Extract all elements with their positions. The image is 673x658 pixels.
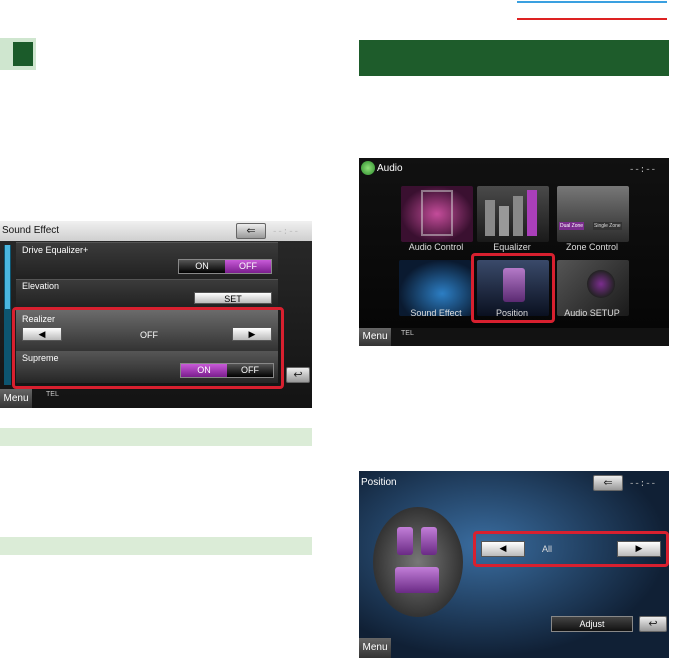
menu-button[interactable]: Menu xyxy=(359,638,391,658)
tel-indicator: TEL xyxy=(401,330,414,337)
top-blue-line xyxy=(517,1,667,3)
clock: --:-- xyxy=(629,479,657,489)
single-zone-tab: Single Zone xyxy=(593,222,622,230)
equalizer-tile[interactable] xyxy=(477,186,549,242)
return-button[interactable]: ↩ xyxy=(639,616,667,632)
highlight-box xyxy=(471,253,555,323)
drive-eq-on[interactable]: ON xyxy=(179,260,225,273)
audio-app-icon xyxy=(361,161,375,175)
drive-eq-toggle[interactable]: ON OFF xyxy=(178,259,272,274)
green-band-2 xyxy=(0,537,312,555)
tel-indicator: TEL xyxy=(46,391,59,398)
return-button[interactable]: ↩ xyxy=(286,367,310,383)
drive-eq-off[interactable]: OFF xyxy=(225,260,271,273)
audio-screen: Audio --:-- Audio Control Equalizer Dual… xyxy=(359,158,669,346)
audio-control-tile[interactable] xyxy=(401,186,473,242)
zone-control-tile[interactable]: Dual Zone Single Zone xyxy=(557,186,629,242)
back-button[interactable]: ⇐ xyxy=(593,475,623,491)
screen-title: Audio xyxy=(377,163,403,174)
section-marker xyxy=(13,42,33,66)
tile-label: Equalizer xyxy=(493,242,531,252)
tile-label: Zone Control xyxy=(565,242,619,252)
menu-button[interactable]: Menu xyxy=(359,328,391,346)
sound-effect-screen: Sound Effect ⇐ --:-- Drive Equalizer+ ON… xyxy=(0,221,312,408)
clock: --:-- xyxy=(629,165,657,175)
seat-diagram xyxy=(373,507,463,617)
highlight-box xyxy=(12,307,284,389)
screen-title: Sound Effect xyxy=(2,225,60,236)
position-screen: Position ⇐ --:-- ◀ All ▶ Adjust ↩ Menu xyxy=(359,471,669,658)
green-band-1 xyxy=(0,428,312,446)
dual-zone-tab: Dual Zone xyxy=(559,222,585,230)
top-red-line xyxy=(517,18,667,20)
highlight-box xyxy=(473,531,669,567)
back-button[interactable]: ⇐ xyxy=(236,223,266,239)
scrollbar-thumb[interactable] xyxy=(5,245,10,309)
tile-label: Audio SETUP xyxy=(564,308,620,318)
screen-title: Position xyxy=(361,477,397,488)
clock: --:-- xyxy=(272,227,300,237)
adjust-button[interactable]: Adjust xyxy=(551,616,633,632)
elevation-label: Elevation xyxy=(22,281,60,291)
heading-bar xyxy=(359,40,669,76)
menu-button[interactable]: Menu xyxy=(0,389,32,408)
elevation-set-button[interactable]: SET xyxy=(194,292,272,304)
drive-eq-label: Drive Equalizer+ xyxy=(22,245,89,255)
